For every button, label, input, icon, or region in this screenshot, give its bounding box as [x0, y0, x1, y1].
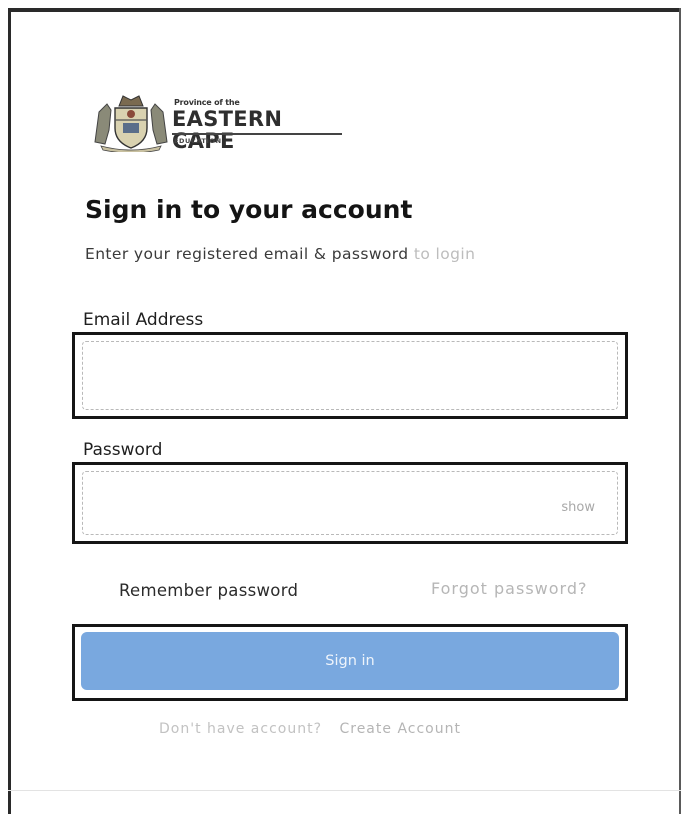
- coat-of-arms-icon: [94, 95, 168, 152]
- signup-prompt-text: Don't have account?: [159, 721, 323, 737]
- brand-name: EASTERN CAPE: [172, 107, 283, 153]
- remember-password-option[interactable]: Remember password: [119, 581, 298, 600]
- forgot-password-link[interactable]: Forgot password?: [431, 579, 587, 598]
- signup-prompt: Don't have account? Create Account: [159, 721, 461, 737]
- brand-department: EDUCATION: [174, 137, 222, 145]
- login-card: Province of the EASTERN CAPE EDUCATION S…: [11, 12, 679, 790]
- sign-in-button[interactable]: Sign in: [81, 632, 619, 690]
- brand-logo: Province of the EASTERN CAPE EDUCATION: [89, 90, 349, 160]
- show-password-toggle[interactable]: show: [561, 500, 595, 515]
- frame-bottom-border: [8, 790, 681, 791]
- subtitle-faint-text: to login: [413, 245, 476, 263]
- password-label: Password: [83, 440, 163, 460]
- brand-underline: [172, 133, 342, 135]
- brand-province-line: Province of the: [174, 98, 240, 107]
- password-field[interactable]: [82, 471, 618, 535]
- sign-in-button-frame: Sign in: [72, 624, 628, 701]
- email-label: Email Address: [83, 310, 204, 330]
- email-field[interactable]: [82, 341, 618, 410]
- page-subtitle: Enter your registered email & password t…: [85, 245, 475, 263]
- password-field-frame: show: [72, 462, 628, 544]
- email-field-frame: [72, 332, 628, 419]
- page-title: Sign in to your account: [85, 195, 413, 224]
- subtitle-main-text: Enter your registered email & password: [85, 245, 409, 263]
- create-account-link[interactable]: Create Account: [339, 721, 461, 737]
